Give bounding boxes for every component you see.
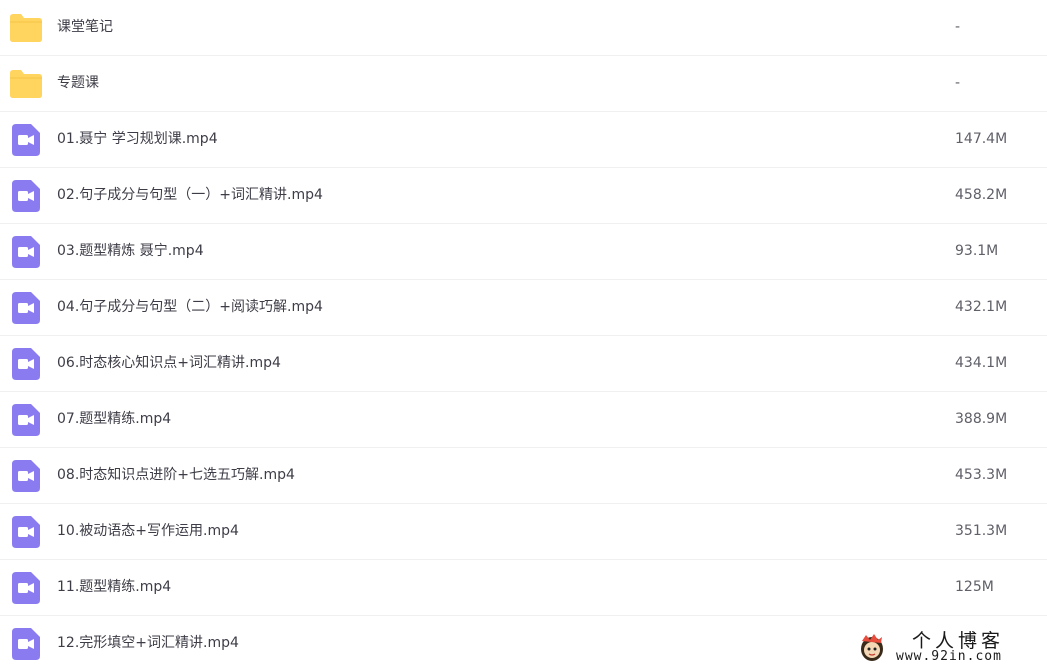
video-file-icon [10, 292, 42, 324]
video-file-icon [10, 516, 42, 548]
video-file-icon [10, 404, 42, 436]
mascot-icon [856, 631, 888, 667]
list-item-video[interactable]: 01.聂宁 学习规划课.mp4 147.4M [0, 112, 1047, 168]
file-name[interactable]: 01.聂宁 学习规划课.mp4 [57, 112, 218, 167]
file-name[interactable]: 12.完形填空+词汇精讲.mp4 [57, 616, 239, 668]
watermark: 个人博客 www.92in.com [852, 626, 1047, 668]
file-name[interactable]: 02.句子成分与句型（一）+词汇精讲.mp4 [57, 168, 323, 223]
list-item-folder-notes[interactable]: 课堂笔记 - [0, 0, 1047, 56]
file-size: 93.1M [955, 243, 999, 259]
list-item-video[interactable]: 11.题型精练.mp4 125M [0, 560, 1047, 616]
file-size: 458.2M [955, 187, 1008, 203]
folder-icon [10, 70, 42, 98]
file-size: 434.1M [955, 355, 1008, 371]
file-name[interactable]: 04.句子成分与句型（二）+阅读巧解.mp4 [57, 280, 323, 335]
list-item-video[interactable]: 06.时态核心知识点+词汇精讲.mp4 434.1M [0, 336, 1047, 392]
file-name[interactable]: 专题课 [57, 56, 99, 111]
file-size: 432.1M [955, 299, 1008, 315]
video-file-icon [10, 124, 42, 156]
video-file-icon [10, 572, 42, 604]
file-size: - [955, 75, 961, 91]
file-name[interactable]: 课堂笔记 [57, 0, 113, 55]
file-size: 388.9M [955, 411, 1008, 427]
video-file-icon [10, 628, 42, 660]
file-list: 课堂笔记 - 专题课 - 01.聂宁 学习规划课.mp4 147.4M 02.句… [0, 0, 1047, 668]
video-file-icon [10, 236, 42, 268]
file-name[interactable]: 11.题型精练.mp4 [57, 560, 171, 615]
file-size: 453.3M [955, 467, 1008, 483]
file-name[interactable]: 08.时态知识点进阶+七选五巧解.mp4 [57, 448, 295, 503]
file-name[interactable]: 03.题型精炼 聂宁.mp4 [57, 224, 204, 279]
file-size: 147.4M [955, 131, 1008, 147]
file-size: 351.3M [955, 523, 1008, 539]
list-item-folder-topics[interactable]: 专题课 - [0, 56, 1047, 112]
list-item-video[interactable]: 08.时态知识点进阶+七选五巧解.mp4 453.3M [0, 448, 1047, 504]
folder-icon [10, 14, 42, 42]
list-item-video[interactable]: 07.题型精练.mp4 388.9M [0, 392, 1047, 448]
list-item-video[interactable]: 04.句子成分与句型（二）+阅读巧解.mp4 432.1M [0, 280, 1047, 336]
list-item-video[interactable]: 02.句子成分与句型（一）+词汇精讲.mp4 458.2M [0, 168, 1047, 224]
watermark-url: www.92in.com [896, 649, 1002, 664]
file-size: - [955, 19, 961, 35]
file-name[interactable]: 10.被动语态+写作运用.mp4 [57, 504, 239, 559]
list-item-video[interactable]: 03.题型精炼 聂宁.mp4 93.1M [0, 224, 1047, 280]
file-size: 125M [955, 579, 994, 595]
file-name[interactable]: 06.时态核心知识点+词汇精讲.mp4 [57, 336, 281, 391]
list-item-video[interactable]: 10.被动语态+写作运用.mp4 351.3M [0, 504, 1047, 560]
video-file-icon [10, 180, 42, 212]
video-file-icon [10, 348, 42, 380]
file-name[interactable]: 07.题型精练.mp4 [57, 392, 171, 447]
video-file-icon [10, 460, 42, 492]
